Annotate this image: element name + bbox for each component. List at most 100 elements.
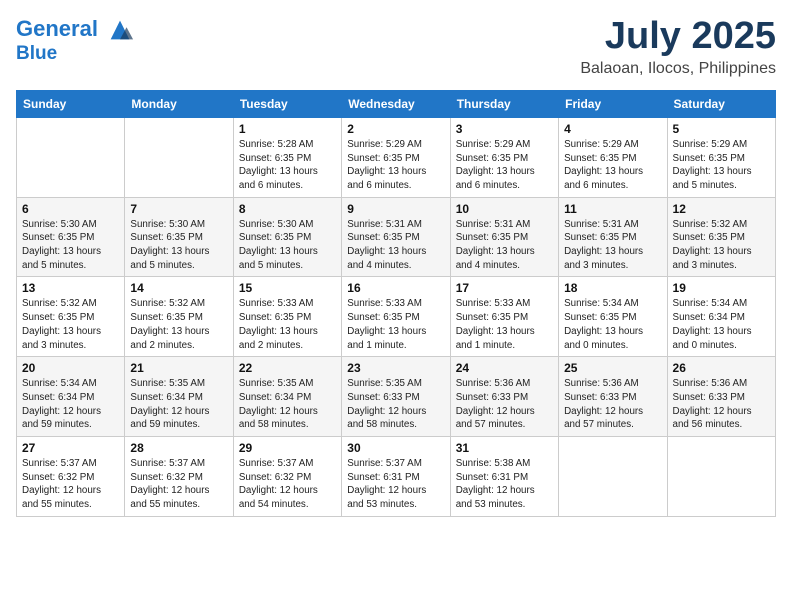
calendar-cell [17,117,125,197]
calendar-cell: 24 Sunrise: 5:36 AM Sunset: 6:33 PM Dayli… [450,357,558,437]
dow-friday: Friday [559,90,667,117]
calendar-cell: 3 Sunrise: 5:29 AM Sunset: 6:35 PM Daylig… [450,117,558,197]
day-info: Sunrise: 5:30 AM Sunset: 6:35 PM Dayligh… [239,218,336,273]
calendar-cell [125,117,233,197]
logo: General Blue [16,16,134,65]
day-number: 23 [347,361,444,375]
day-info: Sunrise: 5:34 AM Sunset: 6:34 PM Dayligh… [22,377,119,432]
calendar-cell: 26 Sunrise: 5:36 AM Sunset: 6:33 PM Dayli… [667,357,775,437]
day-info: Sunrise: 5:37 AM Sunset: 6:31 PM Dayligh… [347,457,444,512]
calendar-cell: 1 Sunrise: 5:28 AM Sunset: 6:35 PM Daylig… [233,117,341,197]
day-info: Sunrise: 5:36 AM Sunset: 6:33 PM Dayligh… [564,377,661,432]
day-info: Sunrise: 5:29 AM Sunset: 6:35 PM Dayligh… [456,138,553,193]
day-number: 6 [22,202,119,216]
calendar-cell: 14 Sunrise: 5:32 AM Sunset: 6:35 PM Dayli… [125,277,233,357]
calendar-cell: 31Sunrise: 5:38 AM Sunset: 6:31 PM Dayli… [450,437,558,517]
calendar-cell: 22 Sunrise: 5:35 AM Sunset: 6:34 PM Dayli… [233,357,341,437]
day-info: Sunrise: 5:33 AM Sunset: 6:35 PM Dayligh… [347,297,444,352]
day-number: 10 [456,202,553,216]
day-number: 24 [456,361,553,375]
day-info: Sunrise: 5:29 AM Sunset: 6:35 PM Dayligh… [347,138,444,193]
day-info: Sunrise: 5:32 AM Sunset: 6:35 PM Dayligh… [673,218,770,273]
title-block: July 2025 Balaoan, Ilocos, Philippines [580,16,776,78]
calendar-cell: 20 Sunrise: 5:34 AM Sunset: 6:34 PM Dayli… [17,357,125,437]
day-info: Sunrise: 5:37 AM Sunset: 6:32 PM Dayligh… [22,457,119,512]
day-number: 28 [130,441,227,455]
day-number: 13 [22,281,119,295]
calendar-cell: 30 Sunrise: 5:37 AM Sunset: 6:31 PM Dayli… [342,437,450,517]
day-info: Sunrise: 5:35 AM Sunset: 6:34 PM Dayligh… [130,377,227,432]
day-info: Sunrise: 5:29 AM Sunset: 6:35 PM Dayligh… [564,138,661,193]
week-row-2: 6 Sunrise: 5:30 AM Sunset: 6:35 PM Daylig… [17,197,776,277]
calendar-cell [559,437,667,517]
day-number: 14 [130,281,227,295]
dow-saturday: Saturday [667,90,775,117]
day-number: 2 [347,122,444,136]
calendar-cell: 28 Sunrise: 5:37 AM Sunset: 6:32 PM Dayli… [125,437,233,517]
day-info: Sunrise: 5:28 AM Sunset: 6:35 PM Dayligh… [239,138,336,193]
dow-thursday: Thursday [450,90,558,117]
day-number: 22 [239,361,336,375]
day-info: Sunrise: 5:29 AM Sunset: 6:35 PM Dayligh… [673,138,770,193]
month-title: July 2025 [580,16,776,58]
day-of-week-row: SundayMondayTuesdayWednesdayThursdayFrid… [17,90,776,117]
day-number: 30 [347,441,444,455]
calendar-body: 1 Sunrise: 5:28 AM Sunset: 6:35 PM Daylig… [17,117,776,516]
calendar-cell: 25 Sunrise: 5:36 AM Sunset: 6:33 PM Dayli… [559,357,667,437]
day-number: 27 [22,441,119,455]
day-number: 17 [456,281,553,295]
calendar-cell: 8 Sunrise: 5:30 AM Sunset: 6:35 PM Daylig… [233,197,341,277]
week-row-1: 1 Sunrise: 5:28 AM Sunset: 6:35 PM Daylig… [17,117,776,197]
day-info: Sunrise: 5:30 AM Sunset: 6:35 PM Dayligh… [130,218,227,273]
day-info: Sunrise: 5:32 AM Sunset: 6:35 PM Dayligh… [22,297,119,352]
day-info: Sunrise: 5:34 AM Sunset: 6:34 PM Dayligh… [673,297,770,352]
day-number: 8 [239,202,336,216]
day-number: 3 [456,122,553,136]
day-number: 12 [673,202,770,216]
day-number: 31 [456,441,553,455]
day-number: 11 [564,202,661,216]
calendar-cell: 29Sunrise: 5:37 AM Sunset: 6:32 PM Dayli… [233,437,341,517]
day-info: Sunrise: 5:32 AM Sunset: 6:35 PM Dayligh… [130,297,227,352]
dow-sunday: Sunday [17,90,125,117]
week-row-4: 20 Sunrise: 5:34 AM Sunset: 6:34 PM Dayli… [17,357,776,437]
dow-wednesday: Wednesday [342,90,450,117]
calendar-cell: 19Sunrise: 5:34 AM Sunset: 6:34 PM Dayli… [667,277,775,357]
day-number: 4 [564,122,661,136]
day-number: 15 [239,281,336,295]
day-info: Sunrise: 5:35 AM Sunset: 6:33 PM Dayligh… [347,377,444,432]
calendar-cell: 9 Sunrise: 5:31 AM Sunset: 6:35 PM Daylig… [342,197,450,277]
calendar-cell: 23 Sunrise: 5:35 AM Sunset: 6:33 PM Dayli… [342,357,450,437]
logo-text: General [16,16,134,44]
day-number: 18 [564,281,661,295]
day-info: Sunrise: 5:36 AM Sunset: 6:33 PM Dayligh… [673,377,770,432]
week-row-3: 13 Sunrise: 5:32 AM Sunset: 6:35 PM Dayli… [17,277,776,357]
calendar-cell: 4 Sunrise: 5:29 AM Sunset: 6:35 PM Daylig… [559,117,667,197]
calendar-cell: 12 Sunrise: 5:32 AM Sunset: 6:35 PM Dayli… [667,197,775,277]
calendar-cell: 16 Sunrise: 5:33 AM Sunset: 6:35 PM Dayli… [342,277,450,357]
day-number: 20 [22,361,119,375]
day-info: Sunrise: 5:36 AM Sunset: 6:33 PM Dayligh… [456,377,553,432]
day-info: Sunrise: 5:35 AM Sunset: 6:34 PM Dayligh… [239,377,336,432]
day-info: Sunrise: 5:31 AM Sunset: 6:35 PM Dayligh… [347,218,444,273]
day-number: 1 [239,122,336,136]
day-info: Sunrise: 5:30 AM Sunset: 6:35 PM Dayligh… [22,218,119,273]
day-info: Sunrise: 5:33 AM Sunset: 6:35 PM Dayligh… [239,297,336,352]
calendar-cell: 17 Sunrise: 5:33 AM Sunset: 6:35 PM Dayli… [450,277,558,357]
day-info: Sunrise: 5:37 AM Sunset: 6:32 PM Dayligh… [239,457,336,512]
day-number: 9 [347,202,444,216]
day-number: 7 [130,202,227,216]
calendar-cell: 2 Sunrise: 5:29 AM Sunset: 6:35 PM Daylig… [342,117,450,197]
calendar-cell: 11Sunrise: 5:31 AM Sunset: 6:35 PM Dayli… [559,197,667,277]
day-info: Sunrise: 5:33 AM Sunset: 6:35 PM Dayligh… [456,297,553,352]
calendar-cell: 10 Sunrise: 5:31 AM Sunset: 6:35 PM Dayli… [450,197,558,277]
day-info: Sunrise: 5:31 AM Sunset: 6:35 PM Dayligh… [456,218,553,273]
day-info: Sunrise: 5:37 AM Sunset: 6:32 PM Dayligh… [130,457,227,512]
day-number: 25 [564,361,661,375]
page-header: General Blue July 2025 Balaoan, Ilocos, … [16,16,776,78]
day-number: 26 [673,361,770,375]
calendar-cell [667,437,775,517]
logo-blue: Blue [16,44,134,65]
day-number: 16 [347,281,444,295]
calendar-cell: 18Sunrise: 5:34 AM Sunset: 6:35 PM Dayli… [559,277,667,357]
